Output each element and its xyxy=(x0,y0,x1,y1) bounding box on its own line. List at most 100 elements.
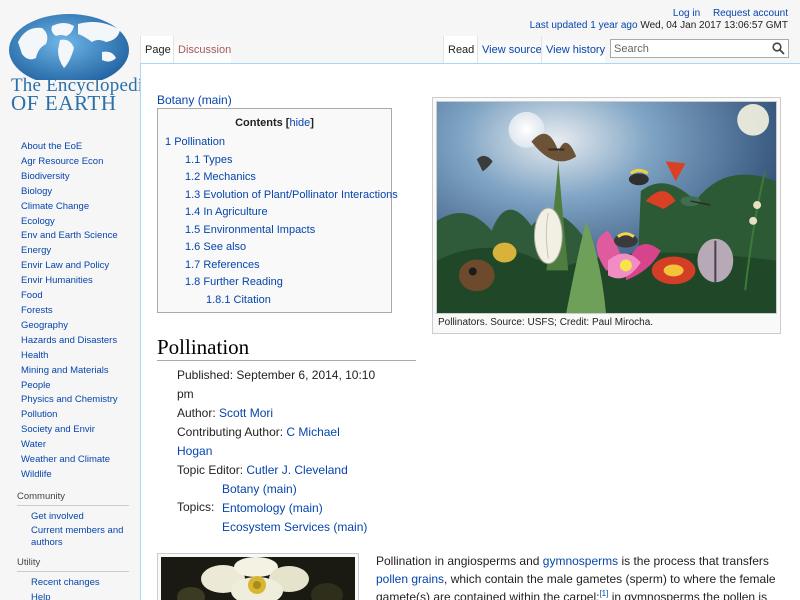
sidebar-link[interactable]: Energy xyxy=(21,245,51,256)
sidebar-link[interactable]: Society and Envir xyxy=(21,424,95,435)
last-updated: Last updated 1 year ago Wed, 04 Jan 2017… xyxy=(530,20,788,32)
flower-photo[interactable] xyxy=(161,557,355,600)
sidebar-link[interactable]: Climate Change xyxy=(21,201,89,212)
toc-item[interactable]: 1.3 Evolution of Plant/Pollinator Intera… xyxy=(158,187,398,205)
sidebar-item-physics-chemistry[interactable]: Physics and Chemistry xyxy=(0,393,140,408)
sidebar-item-biology[interactable]: Biology xyxy=(0,185,140,200)
utility-item-recent-changes[interactable]: Recent changes xyxy=(0,575,140,590)
sidebar-item-energy[interactable]: Energy xyxy=(0,244,140,259)
sidebar-item-envir-humanities[interactable]: Envir Humanities xyxy=(0,274,140,289)
pollinators-illustration[interactable] xyxy=(436,101,777,314)
toc-text: See also xyxy=(203,241,247,253)
community-item-members[interactable]: Current members and authors xyxy=(0,523,140,549)
sidebar-link[interactable]: Pollution xyxy=(21,409,57,420)
sidebar-link[interactable]: Agr Resource Econ xyxy=(21,156,103,167)
tab-view-source[interactable]: View source xyxy=(477,36,542,63)
community-item-get-involved[interactable]: Get involved xyxy=(0,509,140,524)
author-label: Author: xyxy=(177,406,216,420)
sidebar-item-health[interactable]: Health xyxy=(0,349,140,364)
para-text: Pollination in angiosperms and xyxy=(376,554,543,568)
toc-item[interactable]: 1.5 Environmental Impacts xyxy=(158,222,391,240)
toc-item[interactable]: 1.6 See also xyxy=(158,239,391,257)
sidebar-item-env-earth-science[interactable]: Env and Earth Science xyxy=(0,229,140,244)
topic-editor-link[interactable]: Cutler J. Cleveland xyxy=(246,463,347,477)
login-link[interactable]: Log in xyxy=(673,8,700,19)
sidebar-item-climate-change[interactable]: Climate Change xyxy=(0,200,140,215)
toc-number: 1.8.1 xyxy=(206,293,231,306)
sidebar-item-wildlife[interactable]: Wildlife xyxy=(0,468,140,483)
pollen-grains-link[interactable]: pollen grains xyxy=(376,572,444,586)
tab-discussion[interactable]: Discussion xyxy=(173,36,231,63)
topic-link[interactable]: Entomology (main) xyxy=(222,501,323,515)
sidebar-item-society-envir[interactable]: Society and Envir xyxy=(0,423,140,438)
toc-item[interactable]: 1.2 Mechanics xyxy=(158,169,391,187)
figure-caption: Pollinators. Source: USFS; Credit: Paul … xyxy=(438,317,654,328)
sidebar-link[interactable]: Weather and Climate xyxy=(21,454,110,465)
toc-item[interactable]: 1.7 References xyxy=(158,257,391,275)
search-icon[interactable] xyxy=(772,42,785,55)
gymnosperms-link[interactable]: gymnosperms xyxy=(543,554,618,568)
sidebar-link[interactable]: Envir Law and Policy xyxy=(21,260,109,271)
sidebar-link[interactable]: Forests xyxy=(21,305,53,316)
toc-hide-link[interactable]: hide xyxy=(289,117,310,129)
tab-read[interactable]: Read xyxy=(443,36,477,63)
search-input[interactable] xyxy=(611,40,766,57)
sidebar-item-forests[interactable]: Forests xyxy=(0,304,140,319)
sidebar-item-water[interactable]: Water xyxy=(0,438,140,453)
topic-link[interactable]: Botany (main) xyxy=(222,482,297,496)
sidebar-link[interactable]: Physics and Chemistry xyxy=(21,394,118,405)
sidebar-item-pollution[interactable]: Pollution xyxy=(0,408,140,423)
utility-link[interactable]: Recent changes xyxy=(31,577,100,588)
toc-text: Evolution of Plant/Pollinator Interactio… xyxy=(203,188,398,201)
utility-link[interactable]: Help xyxy=(31,592,51,600)
toc-text: Mechanics xyxy=(203,171,256,183)
sidebar-link[interactable]: About the EoE xyxy=(21,141,82,152)
sidebar-item-about[interactable]: About the EoE xyxy=(0,140,140,155)
sidebar-item-biodiversity[interactable]: Biodiversity xyxy=(0,170,140,185)
sidebar-item-hazards-disasters[interactable]: Hazards and Disasters xyxy=(0,334,140,349)
sidebar-link[interactable]: Ecology xyxy=(21,216,55,227)
topic-link[interactable]: Ecosystem Services (main) xyxy=(222,520,367,534)
tab-view-history[interactable]: View history xyxy=(541,36,605,63)
sidebar-item-geography[interactable]: Geography xyxy=(0,319,140,334)
sidebar-link[interactable]: Food xyxy=(21,290,43,301)
utility-item-help[interactable]: Help xyxy=(0,590,140,600)
community-link[interactable]: Get involved xyxy=(31,511,84,522)
sidebar-link[interactable]: Water xyxy=(21,439,46,450)
sidebar-link[interactable]: Env and Earth Science xyxy=(21,230,118,241)
toc-item[interactable]: 1.4 In Agriculture xyxy=(158,204,391,222)
sidebar-item-people[interactable]: People xyxy=(0,379,140,394)
sidebar-item-food[interactable]: Food xyxy=(0,289,140,304)
published-row: Published: September 6, 2014, 10:10 pm xyxy=(177,366,377,404)
sidebar-link[interactable]: Biodiversity xyxy=(21,171,70,182)
sidebar-link[interactable]: Biology xyxy=(21,186,52,197)
site-logo[interactable]: The Encyclopedia OF EARTH xyxy=(0,0,152,120)
request-account-link[interactable]: Request account xyxy=(713,8,788,19)
toc-item[interactable]: 1.1 Types xyxy=(158,152,391,170)
toc-number: 1.5 xyxy=(185,223,201,236)
toc-item[interactable]: 1.8.1 Citation xyxy=(158,292,391,310)
toc-item[interactable]: 1 Pollination xyxy=(158,134,391,152)
sidebar-link[interactable]: Health xyxy=(21,350,48,361)
sidebar-item-weather-climate[interactable]: Weather and Climate xyxy=(0,453,140,468)
toc-item[interactable]: 1.8 Further Reading xyxy=(158,274,391,292)
community-link[interactable]: Current members and authors xyxy=(31,525,123,548)
sidebar-link[interactable]: People xyxy=(21,380,51,391)
toc-text: Environmental Impacts xyxy=(203,223,316,236)
sidebar-item-envir-law-policy[interactable]: Envir Law and Policy xyxy=(0,259,140,274)
sidebar-link[interactable]: Envir Humanities xyxy=(21,275,93,286)
category-link[interactable]: Botany (main) xyxy=(157,93,232,107)
sidebar-link[interactable]: Mining and Materials xyxy=(21,365,109,376)
sidebar-link[interactable]: Geography xyxy=(21,320,68,331)
sidebar-item-ecology[interactable]: Ecology xyxy=(0,215,140,230)
sidebar-link[interactable]: Hazards and Disasters xyxy=(21,335,117,346)
author-link[interactable]: Scott Mori xyxy=(219,406,273,420)
page-tabs: Page Discussion Read View source View hi… xyxy=(140,36,800,63)
toc-text: Types xyxy=(203,153,233,166)
utility-heading: Utility xyxy=(17,557,129,573)
sidebar-link[interactable]: Wildlife xyxy=(21,469,52,480)
sidebar-item-mining-materials[interactable]: Mining and Materials xyxy=(0,364,140,379)
sidebar-item-agr-resource-econ[interactable]: Agr Resource Econ xyxy=(0,155,140,170)
tab-page[interactable]: Page xyxy=(140,36,173,63)
last-updated-link[interactable]: Last updated 1 year ago xyxy=(530,20,638,31)
